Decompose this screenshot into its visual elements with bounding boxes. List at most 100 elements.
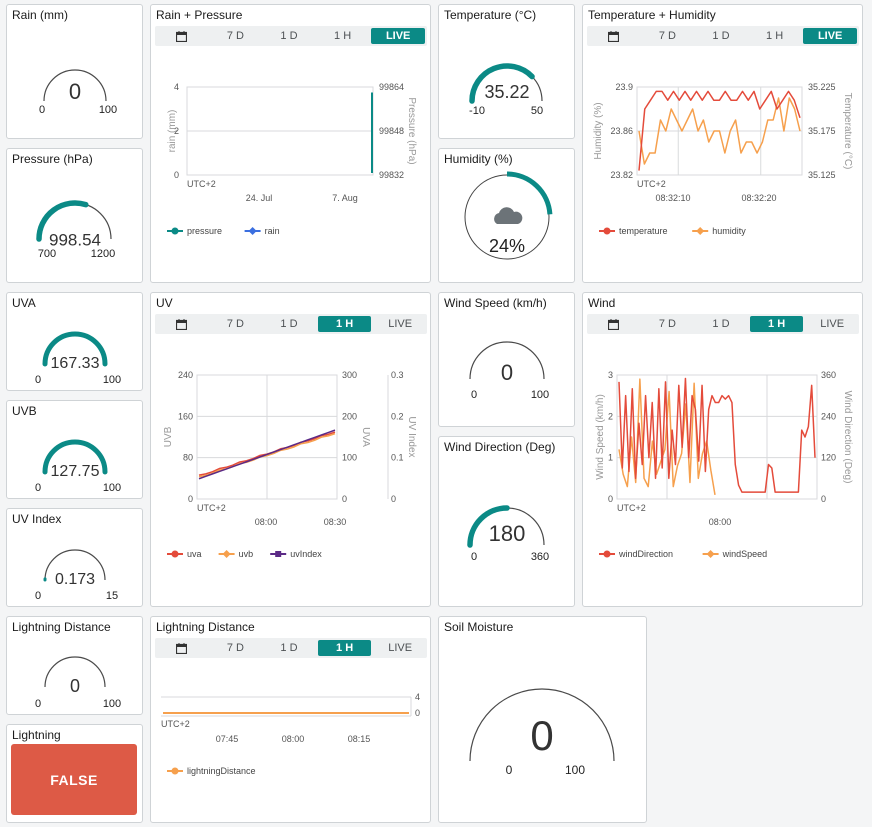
tick-label: 35.225 [808,82,836,92]
plot-area [616,374,818,500]
temp-humidity-chart: 23.9 23.86 23.82 35.225 35.175 35.125 Humidity… [593,82,853,236]
legend-marker [171,767,179,775]
tick-label: 0.2 [391,411,404,421]
gauge-value: 0 [501,360,513,385]
ring-fill [506,171,553,215]
gauge-max: 100 [103,374,121,386]
tick-label: 4 [415,692,420,702]
legend-label: uva [187,549,202,559]
cloud-icon [494,207,523,224]
tick-label: 0 [608,494,613,504]
tick-label: 07:45 [216,734,239,744]
tick-label: 360 [821,370,836,380]
gauge-max: 50 [531,105,543,117]
tick-label: 0 [821,494,826,504]
wind-direction-gauge: 180 0 360 [467,505,549,563]
axis-label: Pressure (hPa) [406,97,417,164]
gauge-min: 0 [35,482,41,494]
tick-label: 99832 [379,170,404,180]
widget-title: Lightning [12,728,61,742]
tick-label: 300 [342,370,357,380]
gauge-value: 0 [530,712,553,759]
pressure-widget: Pressure (hPa) 998.54 700 1200 [6,148,143,283]
uvindex-widget: UV Index 0.173 0 15 [6,508,143,607]
gauge-min: 0 [471,551,477,563]
gauge-value: 998.54 [49,230,101,249]
axis-label: Wind Direction (Deg) [842,391,853,484]
lightning-distance-gauge: 0 0 100 [35,656,121,710]
tick-label: 100 [342,453,357,463]
gauge-value: 35.22 [484,82,529,102]
uv-chart: 240 160 80 0 300 200 100 0 0.3 0.2 0.1 0 UVB UVA UV In… [163,370,417,559]
uvb-gauge: 127.75 0 100 [35,439,121,494]
tick-label: 08:32:10 [655,193,690,203]
tick-label: 1 [608,453,613,463]
tick-label: 200 [342,411,357,421]
gauge-max: 100 [531,389,549,401]
gauge-min: -10 [469,105,485,117]
tick-label: 99848 [379,126,404,136]
lightning-distance-widget: Lightning Distance 0 0 100 [6,616,143,715]
legend-label: pressure [187,226,222,236]
gauge-max: 100 [99,104,117,116]
tick-label: 24. Jul [246,193,273,203]
lightning-chart-card: Lightning Distance 7 D1 D1 H LIVE 4 0 UTC+2… [150,616,431,823]
gauge-value: 167.33 [51,355,100,372]
tick-label: 08:30 [324,517,347,527]
gauge-min: 0 [35,590,41,602]
tick-label: 35.175 [808,126,836,136]
axis-label: Humidity (%) [593,102,604,159]
tick-label: 0 [391,494,396,504]
legend-marker [222,550,231,558]
gauge-min: 0 [506,763,513,777]
gauge-max: 100 [565,763,585,777]
legend-marker [171,550,179,558]
tick-label: 0.3 [391,370,404,380]
tick-label: 08:00 [709,517,732,527]
axis-label: Wind Speed (km/h) [595,394,606,480]
gauge-max: 100 [103,482,121,494]
legend-marker [171,227,179,235]
axis-label: UVB [163,426,174,447]
tick-label: 240 [821,411,836,421]
wind-chart: 3 2 1 0 360 240 120 0 Wind Speed (km/h) Wind Dire… [595,370,853,559]
gauge-max: 15 [106,590,118,602]
lightning-chart: 4 0 UTC+2 07:45 08:00 08:15 lightningDistance [161,692,420,776]
wind-chart-card: Wind 7 D1 D1 H LIVE 3 2 1 0 360 240 120 0 Wind Sp… [582,292,863,607]
axis-label: rain (mm) [167,110,178,153]
uv-chart-card: UV 7 D1 D1 H LIVE 240 160 80 0 300 200 100 0 0.3 0… [150,292,431,607]
legend-label: windSpeed [722,549,768,559]
pressure-gauge: 998.54700 1200 [36,200,115,260]
timezone-label: UTC+2 [161,719,190,729]
wind-direction-widget: Wind Direction (Deg) 180 0 360 [438,436,575,607]
timezone-label: UTC+2 [197,503,226,513]
gauge-min: 0 [471,389,477,401]
legend-label: temperature [619,226,668,236]
tick-label: 99864 [379,82,404,92]
axis-label: UV Index [406,416,417,457]
tick-label: 4 [174,82,179,92]
tick-label: 3 [608,370,613,380]
tick-label: 08:00 [282,734,305,744]
legend-marker [706,550,715,558]
legend-marker [696,227,705,235]
axis-label: UVA [360,427,371,447]
gauge-min: 0 [35,698,41,710]
tick-label: 120 [821,453,836,463]
legend-label: uvb [239,549,254,559]
tick-label: 0.1 [391,453,404,463]
lightning-status: FALSE [11,744,137,815]
legend-label: rain [265,226,280,236]
tick-label: 23.86 [610,126,633,136]
gauge-value: 0 [69,79,81,104]
gauge-max: 1200 [91,248,115,260]
soil-moisture-widget: Soil Moisture 0 0 100 [438,616,647,823]
uvindex-gauge: 0.173 0 15 [35,549,118,602]
tick-label: 2 [608,411,613,421]
gauge-max: 360 [531,551,549,563]
legend-marker [248,227,257,235]
tick-label: 23.9 [615,82,633,92]
soil-moisture-gauge: 0 0 100 [469,688,615,777]
temperature-gauge: 35.22 -10 50 [469,63,543,117]
rain-pressure-chart-card: Rain + Pressure 7 D1 D1 H LIVE 4 2 0 99864 99… [150,4,431,283]
